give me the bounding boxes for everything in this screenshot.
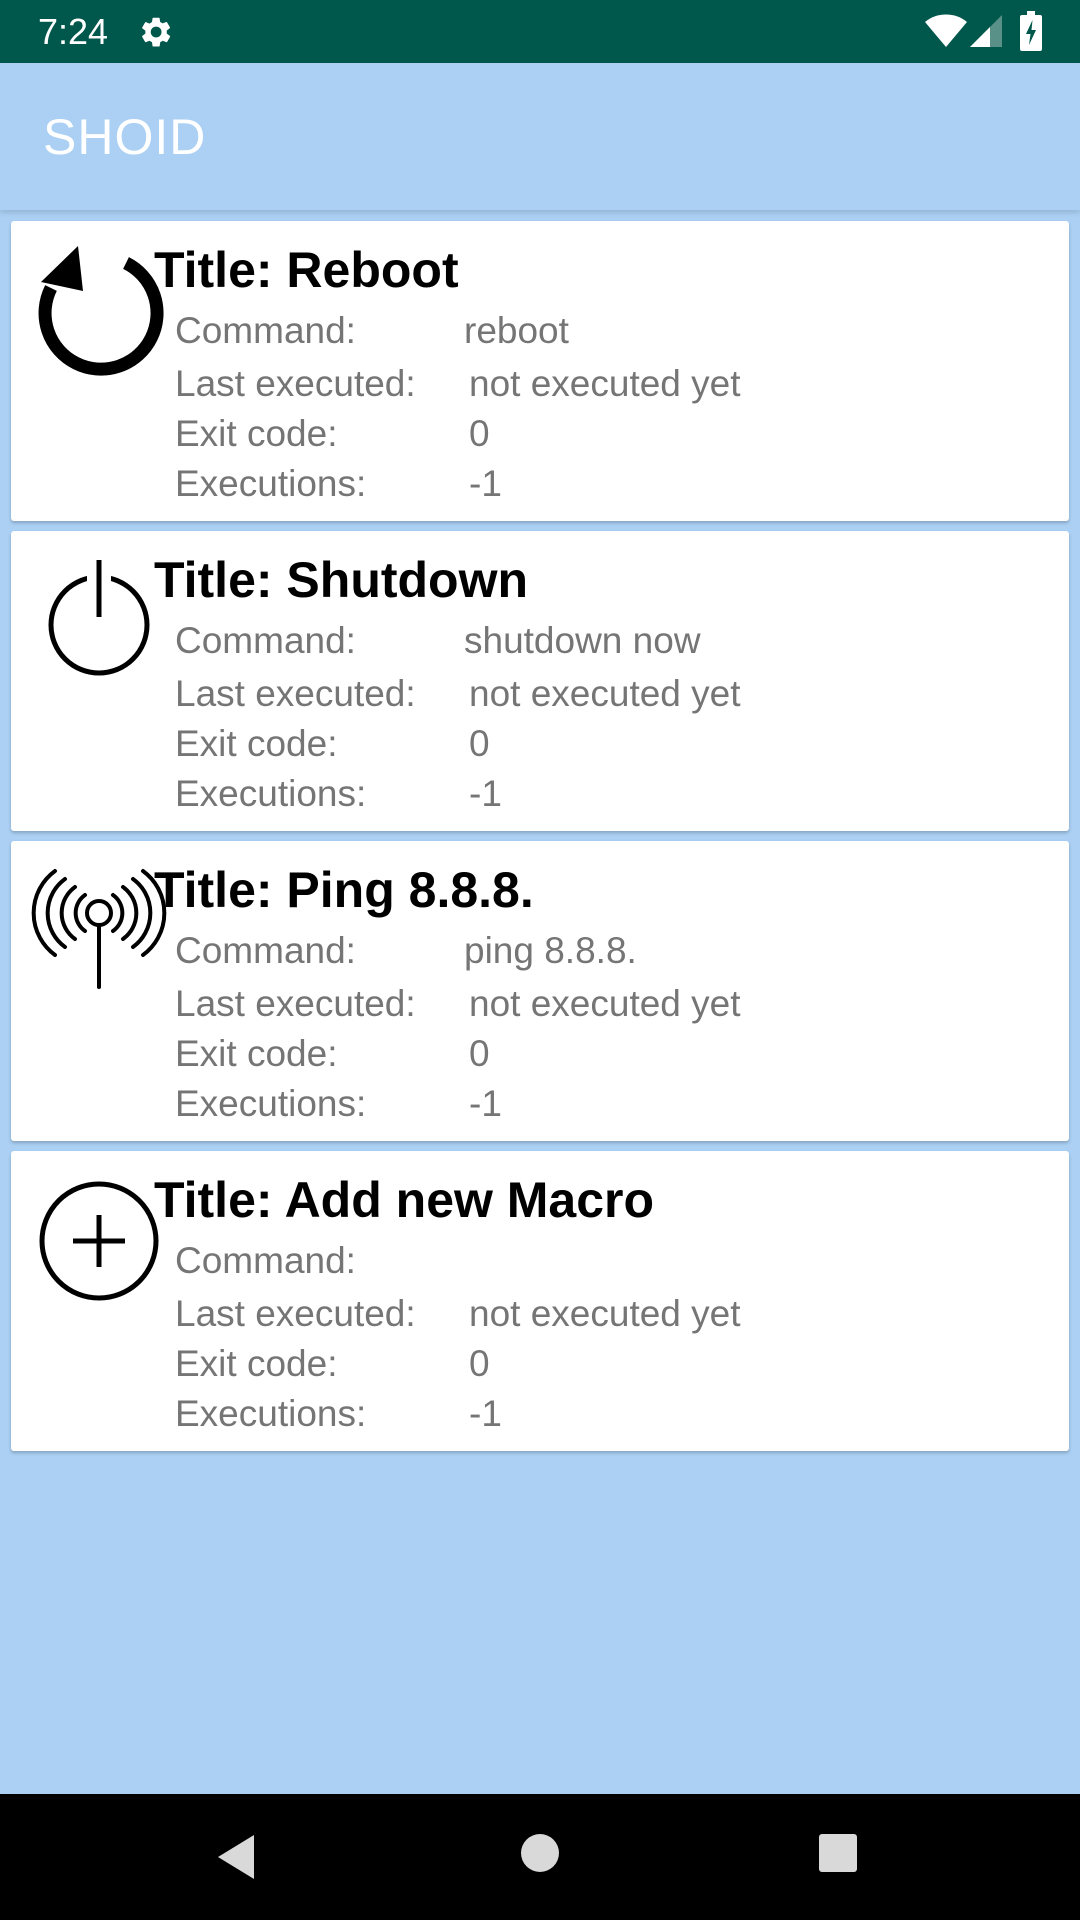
power-icon	[25, 545, 173, 693]
executions-label: Executions:	[175, 463, 367, 504]
home-icon[interactable]	[519, 1832, 561, 1874]
macro-title: Title: Add new Macro	[154, 1172, 655, 1228]
command-value: ping 8.8.8.	[464, 930, 637, 971]
antenna-icon	[25, 855, 173, 1003]
exit-code-value: 0	[469, 723, 490, 764]
add-circle-icon	[25, 1165, 173, 1313]
macro-card-reboot[interactable]: Title: Reboot Command: reboot Last execu…	[11, 221, 1069, 521]
exit-code-label: Exit code:	[175, 413, 338, 454]
command-label: Command:	[175, 310, 356, 351]
exit-code-value: 0	[469, 413, 490, 454]
gear-icon	[142, 17, 171, 47]
last-executed-value: not executed yet	[469, 1293, 741, 1334]
executions-label: Executions:	[175, 773, 367, 814]
macro-card-shutdown[interactable]: Title: Shutdown Command: shutdown now La…	[11, 531, 1069, 831]
macro-card-ping[interactable]: Title: Ping 8.8.8. Command: ping 8.8.8. …	[11, 841, 1069, 1141]
status-time: 7:24	[38, 11, 109, 52]
macro-title: Title: Shutdown	[154, 552, 529, 608]
executions-label: Executions:	[175, 1393, 367, 1434]
exit-code-value: 0	[469, 1343, 490, 1384]
executions-value: -1	[469, 1083, 502, 1124]
command-label: Command:	[175, 930, 356, 971]
executions-value: -1	[469, 1393, 502, 1434]
command-label: Command:	[175, 1240, 356, 1281]
screen: 7:24 SHOID Title: Reboot Command: reboot…	[0, 0, 1080, 1920]
last-executed-label: Last executed:	[175, 363, 416, 404]
navigation-bar	[0, 1794, 1080, 1920]
exit-code-label: Exit code:	[175, 1033, 338, 1074]
signal-icon	[970, 15, 1002, 47]
wifi-icon	[925, 14, 967, 47]
status-bar: 7:24	[0, 0, 1080, 63]
macro-title: Title: Ping 8.8.8.	[154, 862, 534, 918]
last-executed-label: Last executed:	[175, 1293, 416, 1334]
executions-value: -1	[469, 773, 502, 814]
last-executed-label: Last executed:	[175, 673, 416, 714]
macro-card-add-new[interactable]: Title: Add new Macro Command: Last execu…	[11, 1151, 1069, 1451]
last-executed-label: Last executed:	[175, 983, 416, 1024]
executions-label: Executions:	[175, 1083, 367, 1124]
command-label: Command:	[175, 620, 356, 661]
app-bar: SHOID	[0, 63, 1080, 210]
exit-code-label: Exit code:	[175, 723, 338, 764]
last-executed-value: not executed yet	[469, 983, 741, 1024]
exit-code-label: Exit code:	[175, 1343, 338, 1384]
last-executed-value: not executed yet	[469, 363, 741, 404]
app-title: SHOID	[43, 109, 207, 165]
back-icon[interactable]	[214, 1832, 262, 1882]
macro-title: Title: Reboot	[154, 242, 459, 298]
last-executed-value: not executed yet	[469, 673, 741, 714]
recents-icon[interactable]	[817, 1832, 859, 1874]
exit-code-value: 0	[469, 1033, 490, 1074]
command-value: reboot	[464, 310, 569, 351]
battery-icon	[1020, 11, 1042, 51]
executions-value: -1	[469, 463, 502, 504]
reboot-icon	[25, 235, 173, 383]
command-value: shutdown now	[464, 620, 701, 661]
